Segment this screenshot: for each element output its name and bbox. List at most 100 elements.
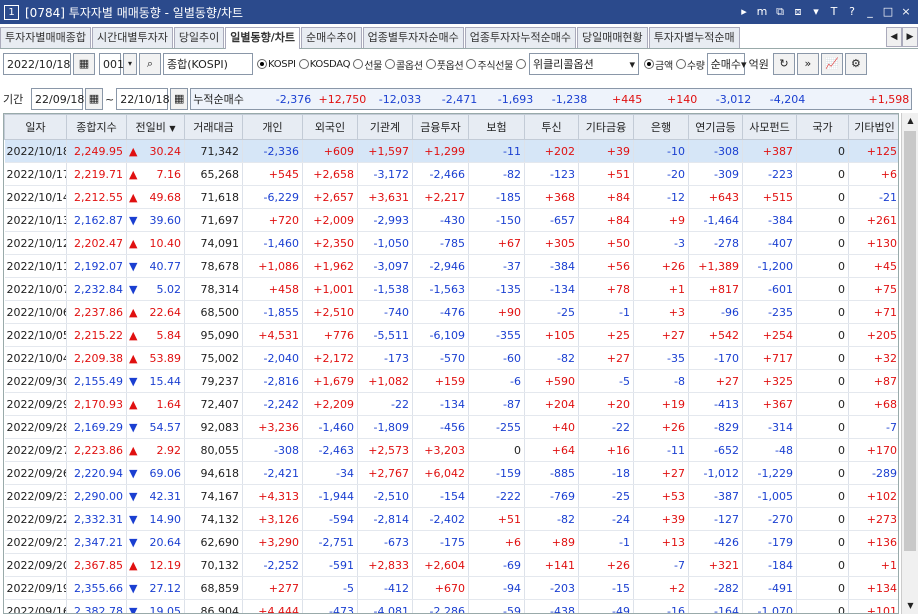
- table-row[interactable]: 2022/09/19 2,355.66 ▼ 27.12 68,859 +277 -5 -412…: [4, 576, 898, 600]
- calendar-to-icon[interactable]: ▦: [170, 88, 189, 110]
- table-row[interactable]: 2022/10/13 2,162.87 ▼ 39.60 71,697 +720 +2,009…: [4, 208, 898, 232]
- data-grid[interactable]: 일자 종합지수 전일비 ▼ 거래대금 개인 외국인 기관계 금융투자 보험 투신 기타금융 은행 연기금…: [3, 113, 899, 614]
- scroll-down-icon[interactable]: ▼: [902, 598, 918, 614]
- market-radio-6[interactable]: [516, 57, 527, 72]
- table-row[interactable]: 2022/09/20 2,367.85 ▲ 12.19 70,132 -2,252 -591…: [4, 553, 898, 577]
- column-header-14[interactable]: 국가: [796, 114, 849, 140]
- window-control-1[interactable]: m: [754, 4, 770, 20]
- table-row[interactable]: 2022/10/11 2,192.07 ▼ 40.77 78,678 +1,086 +1,9…: [4, 254, 898, 278]
- tab-7[interactable]: 당일매매현황: [576, 27, 648, 48]
- column-header-2[interactable]: 전일비 ▼: [126, 114, 185, 140]
- window-control-5[interactable]: T: [826, 4, 842, 20]
- next-icon[interactable]: »: [796, 53, 819, 75]
- market-radio-3[interactable]: 콜옵션: [385, 57, 423, 72]
- investor-cell: +87: [848, 369, 898, 393]
- calendar-from-icon[interactable]: ▦: [85, 88, 103, 110]
- market-radio-1[interactable]: KOSDAQ: [298, 57, 351, 72]
- window-control-0[interactable]: ▸: [736, 4, 752, 20]
- table-row[interactable]: 2022/09/30 2,155.49 ▼ 15.44 79,237 -2,816 +1,6…: [4, 369, 898, 393]
- tab-6[interactable]: 업종투자자누적순매수: [464, 27, 576, 48]
- column-header-8[interactable]: 보험: [468, 114, 525, 140]
- column-header-15[interactable]: 기타법인: [848, 114, 898, 140]
- table-row[interactable]: 2022/10/07 2,232.84 ▼ 5.02 78,314 +458 +1,001-…: [4, 277, 898, 301]
- table-row[interactable]: 2022/09/27 2,223.86 ▲ 2.92 80,055 -308 -2,463 +…: [4, 438, 898, 462]
- investor-cell: -657: [524, 208, 579, 232]
- tab-left-icon[interactable]: ◀: [886, 27, 902, 47]
- investor-cell: -355: [468, 323, 525, 347]
- investor-cell: -1,229: [742, 461, 797, 485]
- table-row[interactable]: 2022/09/28 2,169.29 ▼ 54.57 92,083 +3,236 -1,4…: [4, 415, 898, 439]
- column-header-6[interactable]: 기관계: [357, 114, 413, 140]
- table-row[interactable]: 2022/09/26 2,220.94 ▼ 69.06 94,618 -2,421 -34 +…: [4, 461, 898, 485]
- investor-cell: +56: [578, 254, 634, 278]
- tab-scroll-arrows: ◀ ▶: [886, 27, 918, 48]
- column-header-5[interactable]: 외국인: [302, 114, 358, 140]
- window-control-6[interactable]: ?: [844, 4, 860, 20]
- tab-4[interactable]: 순매수추이: [301, 27, 362, 48]
- window-control-9[interactable]: ×: [898, 4, 914, 20]
- market-radio-0[interactable]: KOSPI: [257, 57, 296, 72]
- calendar-icon[interactable]: ▦: [73, 53, 95, 75]
- table-row[interactable]: 2022/09/21 2,347.21 ▼ 20.64 62,690 +3,290 -2,7…: [4, 530, 898, 554]
- investor-cell: +159: [412, 369, 469, 393]
- column-header-7[interactable]: 금융투자: [412, 114, 469, 140]
- investor-cell: -1,563: [412, 277, 469, 301]
- market-code-input[interactable]: 001: [99, 53, 124, 75]
- tab-5[interactable]: 업종별투자자순매수: [362, 27, 464, 48]
- weekly-option-select[interactable]: 위클리콜옵션 ▾: [529, 53, 640, 75]
- column-header-10[interactable]: 기타금융: [578, 114, 634, 140]
- column-header-11[interactable]: 은행: [633, 114, 689, 140]
- scroll-up-icon[interactable]: ▲: [902, 113, 918, 129]
- table-row[interactable]: 2022/09/16 2,382.78 ▼ 19.05 86,904 +4,444 -473…: [4, 599, 898, 613]
- search-icon[interactable]: ⌕: [139, 53, 161, 75]
- table-row[interactable]: 2022/10/17 2,219.71 ▲ 7.16 65,268 +545 +2,658-…: [4, 162, 898, 186]
- table-row[interactable]: 2022/09/22 2,332.31 ▼ 14.90 74,132 +3,126 -594…: [4, 507, 898, 531]
- table-row[interactable]: 2022/09/29 2,170.93 ▲ 1.64 72,407 -2,242 +2,20…: [4, 392, 898, 416]
- tab-8[interactable]: 투자자별누적순매: [648, 27, 740, 48]
- window-control-7[interactable]: _: [862, 4, 878, 20]
- table-row[interactable]: 2022/09/23 2,290.00 ▼ 42.31 74,167 +4,313 -1,9…: [4, 484, 898, 508]
- vertical-scrollbar[interactable]: ▲ ▼: [901, 113, 918, 614]
- table-row[interactable]: 2022/10/06 2,237.86 ▲ 22.64 68,500 -1,855 +2,5…: [4, 300, 898, 324]
- chart-icon[interactable]: 📈: [820, 53, 843, 75]
- period-to-input[interactable]: 22/10/18: [116, 88, 170, 110]
- column-header-1[interactable]: 종합지수: [66, 114, 127, 140]
- investor-cell: +202: [524, 139, 579, 163]
- tab-2[interactable]: 당일추이: [173, 27, 225, 48]
- period-from-input[interactable]: 22/09/18: [31, 88, 84, 110]
- sort-dropdown-icon[interactable]: ▼: [169, 124, 175, 133]
- tab-0[interactable]: 투자자별매매종합: [0, 27, 91, 48]
- unit-radio-0[interactable]: 금액: [644, 57, 673, 72]
- scroll-thumb[interactable]: [904, 131, 916, 551]
- market-radio-5[interactable]: 주식선물: [466, 57, 513, 72]
- column-header-13[interactable]: 사모펀드: [742, 114, 797, 140]
- table-row[interactable]: 2022/10/14 2,212.55 ▲ 49.68 71,618 -6,229 +2,6…: [4, 185, 898, 209]
- trade-type-select[interactable]: 순매수 ▾: [706, 53, 747, 75]
- gear-icon[interactable]: ⚙: [844, 53, 867, 75]
- column-header-3[interactable]: 거래대금: [184, 114, 243, 140]
- table-row[interactable]: 2022/10/05 2,215.22 ▲ 5.84 95,090 +4,531 +776-…: [4, 323, 898, 347]
- column-header-9[interactable]: 투신: [524, 114, 579, 140]
- table-row[interactable]: 2022/10/04 2,209.38 ▲ 53.89 75,002 -2,040 +2,1…: [4, 346, 898, 370]
- date-input[interactable]: 2022/10/18: [3, 53, 71, 75]
- investor-cell: +26: [633, 415, 689, 439]
- market-radio-2[interactable]: 선물: [353, 57, 382, 72]
- window-control-2[interactable]: ⧉: [772, 4, 788, 20]
- window-control-4[interactable]: ▾: [808, 4, 824, 20]
- unit-radio-dot-icon: [644, 59, 655, 69]
- column-header-0[interactable]: 일자: [4, 114, 67, 140]
- investor-cell: -413: [688, 392, 743, 416]
- table-row[interactable]: 2022/10/18 2,249.95 ▲ 30.24 71,342 -2,336 +609…: [4, 139, 898, 163]
- tab-1[interactable]: 시간대별투자자: [91, 27, 173, 48]
- column-header-4[interactable]: 개인: [242, 114, 303, 140]
- tab-right-icon[interactable]: ▶: [902, 27, 918, 47]
- market-code-dropdown[interactable]: ▾: [123, 53, 137, 75]
- tab-3[interactable]: 일별동향/차트: [225, 27, 301, 49]
- column-header-12[interactable]: 연기금등: [688, 114, 743, 140]
- window-control-3[interactable]: ⧈: [790, 4, 806, 20]
- window-control-8[interactable]: □: [880, 4, 896, 20]
- market-radio-4[interactable]: 풋옵션: [425, 57, 464, 72]
- refresh-icon[interactable]: ↻: [772, 53, 795, 75]
- unit-radio-1[interactable]: 수량: [675, 57, 705, 72]
- table-row[interactable]: 2022/10/12 2,202.47 ▲ 10.40 74,091 -1,460 +2,3…: [4, 231, 898, 255]
